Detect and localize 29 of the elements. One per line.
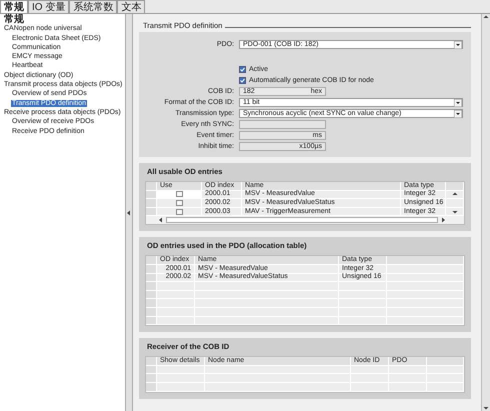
row-header[interactable] xyxy=(146,374,157,382)
scroll-right-icon[interactable] xyxy=(440,217,446,224)
tab[interactable]: IO 变量 xyxy=(28,0,70,13)
scroll-up-icon[interactable] xyxy=(452,191,458,198)
row-header[interactable] xyxy=(146,299,157,307)
tab[interactable]: 系统常数 xyxy=(69,0,118,13)
row-header[interactable] xyxy=(146,199,157,207)
checkbox[interactable] xyxy=(176,200,182,206)
caret-icon[interactable] xyxy=(454,110,462,118)
scroll-left-icon[interactable] xyxy=(158,217,164,224)
row-header[interactable] xyxy=(146,357,157,365)
checkbox[interactable] xyxy=(239,66,246,73)
row-header[interactable] xyxy=(146,256,157,264)
caret-icon[interactable] xyxy=(454,98,462,106)
row-header[interactable] xyxy=(146,282,157,290)
collapse-arrow-icon[interactable] xyxy=(126,210,132,216)
tab[interactable]: 文本 xyxy=(117,0,146,13)
input-field[interactable] xyxy=(239,120,326,129)
tree-item[interactable]: 常规 xyxy=(3,14,25,25)
scroll-down-icon[interactable] xyxy=(452,208,458,215)
caret-icon[interactable] xyxy=(454,40,462,48)
tab[interactable]: 常规 xyxy=(0,0,28,13)
scroll-down-icon[interactable] xyxy=(483,405,489,411)
scrollbar[interactable] xyxy=(481,14,490,411)
checkbox[interactable] xyxy=(176,191,182,198)
checkbox[interactable] xyxy=(239,77,246,84)
scrollbar[interactable] xyxy=(166,217,438,224)
row-header[interactable] xyxy=(146,182,157,190)
checkbox[interactable] xyxy=(176,208,182,215)
